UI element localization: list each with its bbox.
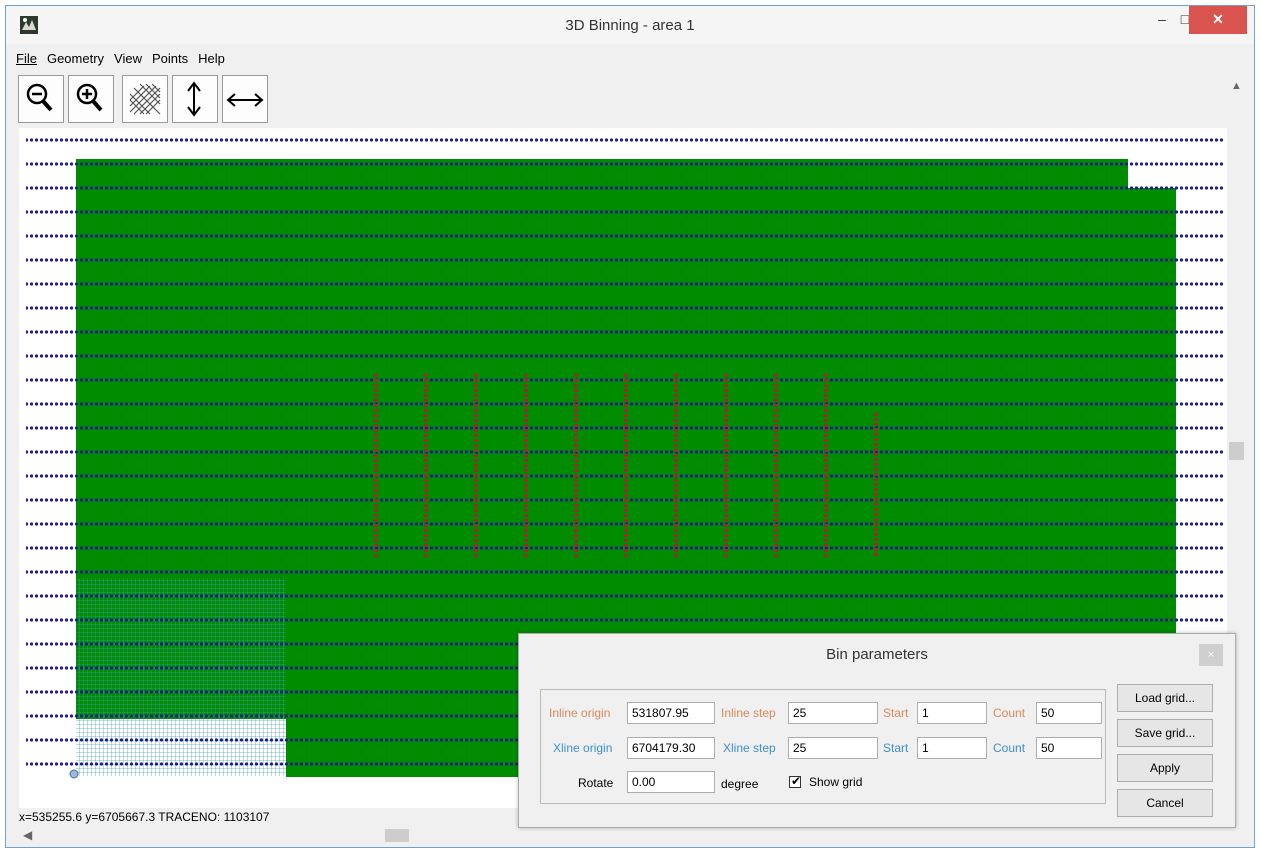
window-title: 3D Binning - area 1 bbox=[565, 17, 695, 34]
xline-start-field[interactable]: 1 bbox=[917, 737, 987, 759]
grid-icon bbox=[129, 83, 161, 115]
vertical-arrow-icon bbox=[187, 81, 201, 117]
horizontal-arrow-icon bbox=[226, 93, 264, 107]
menu-geometry[interactable]: Geometry bbox=[42, 48, 109, 70]
menu-points[interactable]: Points bbox=[147, 48, 193, 70]
bin-parameters-group: Inline origin 531807.95 Inline step 25 S… bbox=[540, 689, 1106, 804]
load-grid-button[interactable]: Load grid... bbox=[1117, 684, 1213, 712]
title-bar: 3D Binning - area 1 – □ ✕ bbox=[6, 6, 1254, 44]
apply-button[interactable]: Apply bbox=[1117, 754, 1213, 782]
vertical-stretch-button[interactable] bbox=[172, 75, 218, 123]
zoom-in-button[interactable] bbox=[68, 75, 114, 123]
zoom-in-icon bbox=[76, 83, 103, 112]
checkmark-icon: ✔ bbox=[791, 774, 802, 788]
inline-origin-field[interactable]: 531807.95 bbox=[627, 702, 715, 724]
rotate-field[interactable]: 0.00 bbox=[627, 771, 715, 793]
xline-origin-field[interactable]: 6704179.30 bbox=[627, 737, 715, 759]
inline-step-field[interactable]: 25 bbox=[788, 702, 878, 724]
xline-step-label: Xline step bbox=[723, 741, 776, 755]
show-grid-label: Show grid bbox=[809, 775, 863, 789]
degree-label: degree bbox=[721, 777, 759, 791]
inline-step-label: Inline step bbox=[721, 706, 776, 720]
xline-origin-label: Xline origin bbox=[553, 741, 613, 755]
zoom-out-icon bbox=[26, 83, 53, 112]
grid-origin-marker[interactable] bbox=[69, 769, 79, 779]
grid-button[interactable] bbox=[122, 75, 168, 123]
menu-file[interactable]: File bbox=[6, 48, 42, 70]
zoom-out-button[interactable] bbox=[18, 75, 64, 123]
inline-count-label: Count bbox=[993, 706, 1026, 720]
show-grid-checkbox[interactable]: ✔ bbox=[789, 774, 802, 788]
dialog-title: Bin parameters bbox=[826, 646, 928, 663]
inline-start-label: Start bbox=[883, 706, 909, 720]
horizontal-scrollbar[interactable]: ◀ bbox=[19, 827, 1227, 844]
horizontal-stretch-button[interactable] bbox=[222, 75, 268, 123]
xline-start-label: Start bbox=[883, 741, 909, 755]
menu-bar: File Geometry View Points Help bbox=[6, 48, 230, 70]
menu-view[interactable]: View bbox=[109, 48, 147, 70]
bin-parameters-dialog: Bin parameters × Inline origin 531807.95… bbox=[518, 633, 1236, 828]
horizontal-scroll-thumb[interactable] bbox=[385, 829, 409, 842]
xline-count-label: Count bbox=[993, 741, 1026, 755]
inline-count-field[interactable]: 50 bbox=[1036, 702, 1102, 724]
close-button[interactable]: ✕ bbox=[1189, 6, 1247, 34]
save-grid-button[interactable]: Save grid... bbox=[1117, 719, 1213, 747]
rotate-label: Rotate bbox=[578, 776, 614, 790]
scroll-left-icon[interactable]: ◀ bbox=[23, 828, 32, 842]
status-bar: x=535255.6 y=6705667.3 TRACENO: 1103107 bbox=[19, 810, 270, 824]
xline-step-field[interactable]: 25 bbox=[788, 737, 878, 759]
inline-start-field[interactable]: 1 bbox=[917, 702, 987, 724]
scroll-up-icon[interactable]: ▲ bbox=[1231, 80, 1242, 92]
cancel-button[interactable]: Cancel bbox=[1117, 789, 1213, 817]
xline-count-field[interactable]: 50 bbox=[1036, 737, 1102, 759]
inline-origin-label: Inline origin bbox=[549, 706, 611, 720]
dialog-close-button[interactable]: × bbox=[1199, 644, 1223, 666]
menu-help[interactable]: Help bbox=[193, 48, 230, 70]
vertical-scroll-thumb[interactable] bbox=[1229, 442, 1244, 460]
